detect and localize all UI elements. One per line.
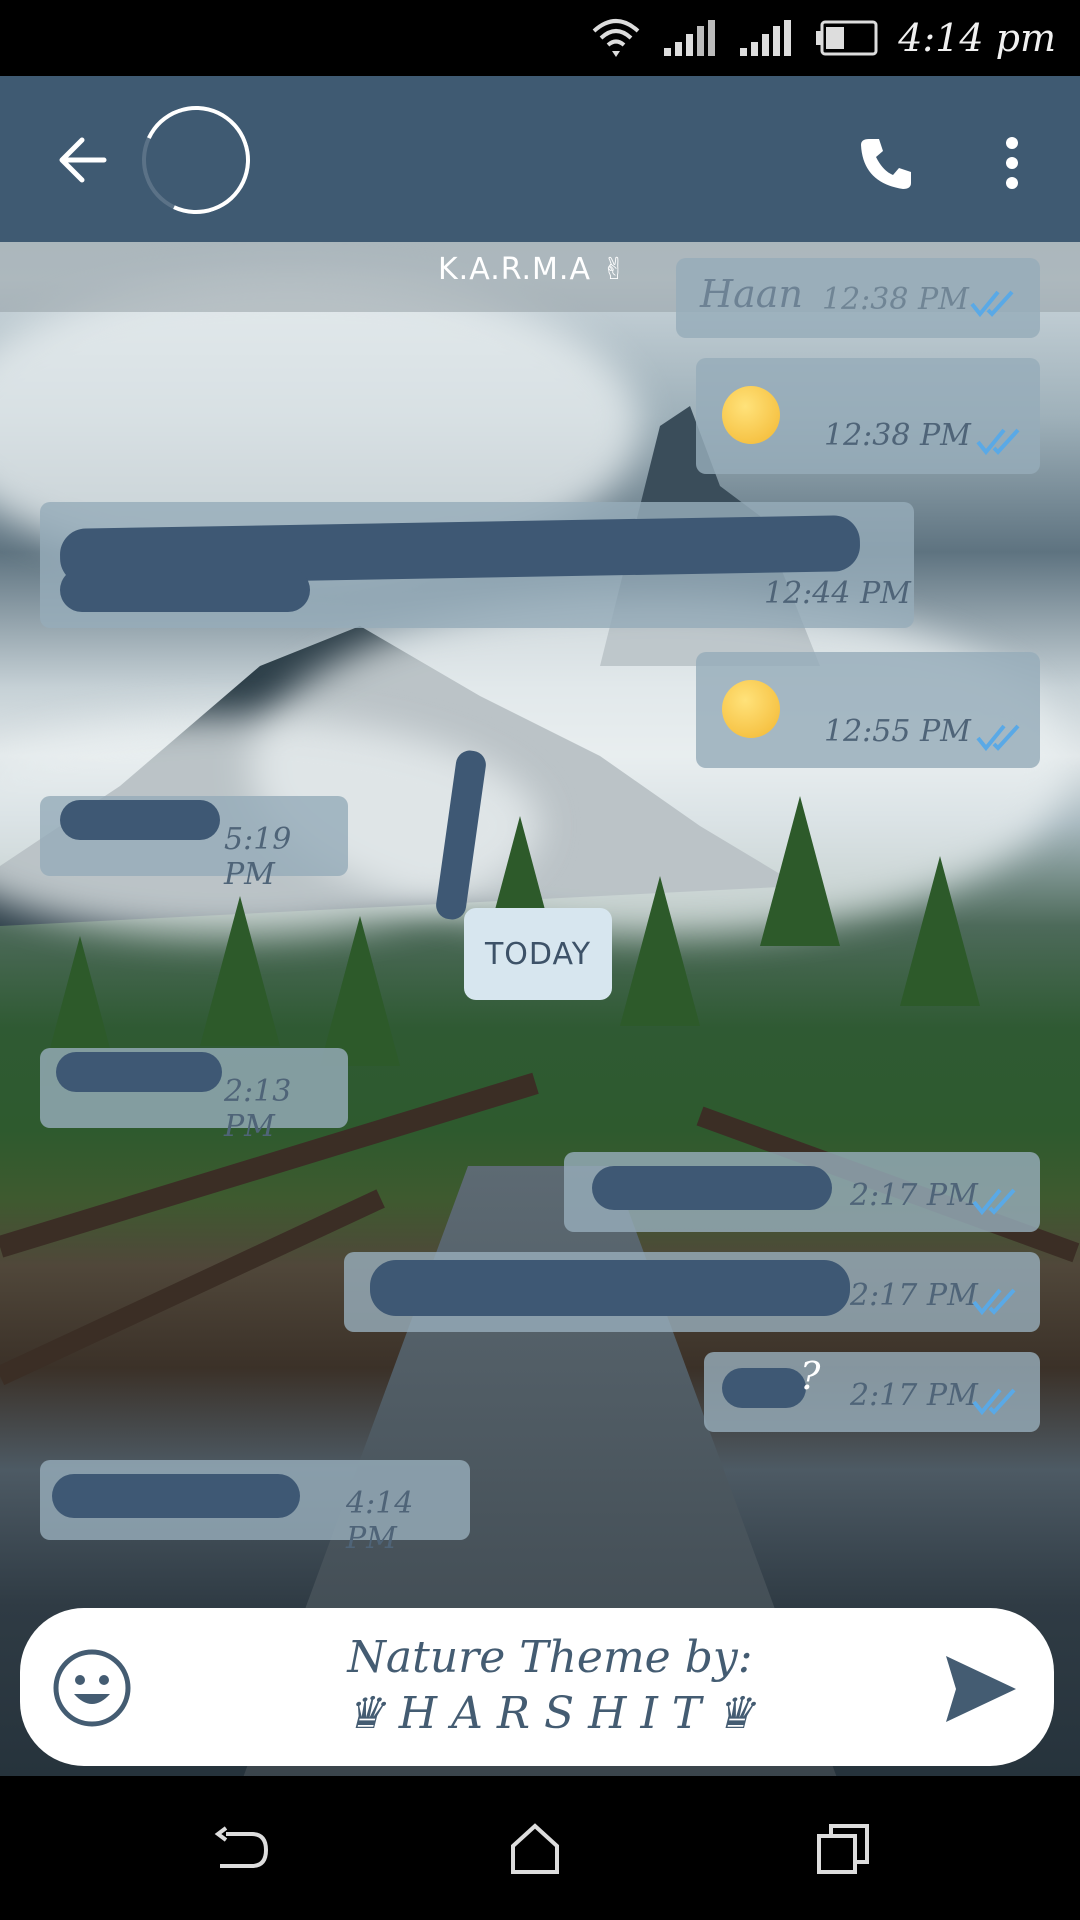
redacted-text bbox=[56, 1052, 222, 1092]
message-time: 5:19 PM bbox=[224, 822, 292, 892]
message-time: 12:44 PM bbox=[764, 576, 911, 611]
send-icon[interactable] bbox=[940, 1652, 1020, 1726]
chat-header bbox=[0, 76, 1080, 242]
message-bubble-incoming[interactable]: 2:13 PM bbox=[40, 1048, 348, 1144]
smiley-icon[interactable] bbox=[50, 1646, 134, 1730]
message-time: 12:38 PM bbox=[822, 282, 969, 317]
redacted-text bbox=[370, 1260, 850, 1316]
more-vertical-icon bbox=[1006, 137, 1018, 189]
redacted-text bbox=[60, 568, 310, 612]
grimacing-face-emoji bbox=[722, 680, 780, 738]
nav-recents-button[interactable] bbox=[808, 1814, 878, 1884]
double-tick-icon bbox=[972, 1288, 1016, 1316]
message-time: 12:38 PM bbox=[824, 418, 971, 453]
contact-status-text: K.A.R.M.A ✌ bbox=[438, 252, 628, 287]
message-time: 4:14 PM bbox=[346, 1486, 414, 1556]
double-tick-icon bbox=[976, 428, 1020, 456]
input-line-2: ♛ H A R S H I T ♛ bbox=[345, 1688, 755, 1739]
message-bubble-outgoing[interactable]: 2:17 PM bbox=[564, 1152, 1040, 1232]
message-time: 2:17 PM bbox=[850, 1378, 978, 1413]
message-input-field[interactable]: Nature Theme by: ♛ H A R S H I T ♛ bbox=[170, 1630, 930, 1742]
back-nav-icon bbox=[214, 1826, 269, 1868]
message-time: 12:55 PM bbox=[824, 714, 971, 749]
message-bubble-outgoing[interactable]: 2:17 PM bbox=[344, 1252, 1040, 1332]
signal-icon bbox=[664, 20, 716, 56]
message-bubble-outgoing[interactable]: Haan 12:38 PM bbox=[676, 258, 1040, 338]
message-input-bar[interactable]: Nature Theme by: ♛ H A R S H I T ♛ bbox=[20, 1608, 1054, 1766]
input-line-1: Nature Theme by: bbox=[347, 1632, 753, 1683]
wifi-icon bbox=[592, 19, 640, 57]
double-tick-icon bbox=[976, 724, 1020, 752]
more-options-button[interactable] bbox=[992, 128, 1032, 198]
tree bbox=[620, 876, 700, 1026]
tree bbox=[320, 916, 400, 1066]
phone-icon bbox=[861, 139, 911, 189]
redacted-text bbox=[592, 1166, 832, 1210]
message-bubble-incoming[interactable]: 4:14 PM bbox=[40, 1460, 470, 1556]
message-bubble-outgoing[interactable]: 12:55 PM bbox=[696, 652, 1040, 768]
message-text: Haan bbox=[700, 272, 803, 316]
back-button[interactable] bbox=[52, 132, 112, 188]
double-tick-icon bbox=[972, 1188, 1016, 1216]
voice-call-button[interactable] bbox=[850, 128, 920, 198]
message-time: 2:17 PM bbox=[850, 1178, 978, 1213]
message-bubble-incoming[interactable]: 5:19 PM bbox=[40, 796, 348, 892]
message-time: 2:17 PM bbox=[850, 1278, 978, 1313]
tree bbox=[200, 896, 280, 1046]
home-icon bbox=[511, 1823, 559, 1874]
redacted-text bbox=[52, 1474, 300, 1518]
battery-icon bbox=[816, 20, 878, 56]
contact-avatar[interactable] bbox=[126, 90, 266, 230]
tree bbox=[760, 796, 840, 946]
redacted-text bbox=[60, 800, 220, 840]
contact-name-redacted[interactable] bbox=[380, 126, 660, 170]
message-bubble-incoming[interactable]: 12:44 PM bbox=[40, 502, 914, 628]
signal-icon bbox=[740, 20, 792, 56]
status-time: 4:14 pm bbox=[898, 16, 1056, 60]
status-icons: 4:14 pm bbox=[590, 8, 1056, 68]
redacted-text bbox=[722, 1368, 806, 1408]
system-nav-bar bbox=[0, 1776, 1080, 1920]
double-tick-icon bbox=[970, 290, 1014, 318]
persevering-face-emoji bbox=[722, 386, 780, 444]
message-bubble-outgoing[interactable]: 12:38 PM bbox=[696, 358, 1040, 474]
arrow-left-icon bbox=[59, 137, 107, 183]
status-bar: 4:14 pm bbox=[0, 0, 1080, 76]
tree bbox=[900, 856, 980, 1006]
nav-back-button[interactable] bbox=[206, 1814, 276, 1884]
message-bubble-outgoing[interactable]: ? 2:17 PM bbox=[704, 1352, 1040, 1432]
date-divider: TODAY bbox=[464, 908, 612, 1000]
nav-home-button[interactable] bbox=[500, 1814, 570, 1884]
recents-icon bbox=[817, 1824, 869, 1874]
message-time: 2:13 PM bbox=[224, 1074, 292, 1144]
message-text: ? bbox=[800, 1354, 821, 1398]
double-tick-icon bbox=[972, 1388, 1016, 1416]
